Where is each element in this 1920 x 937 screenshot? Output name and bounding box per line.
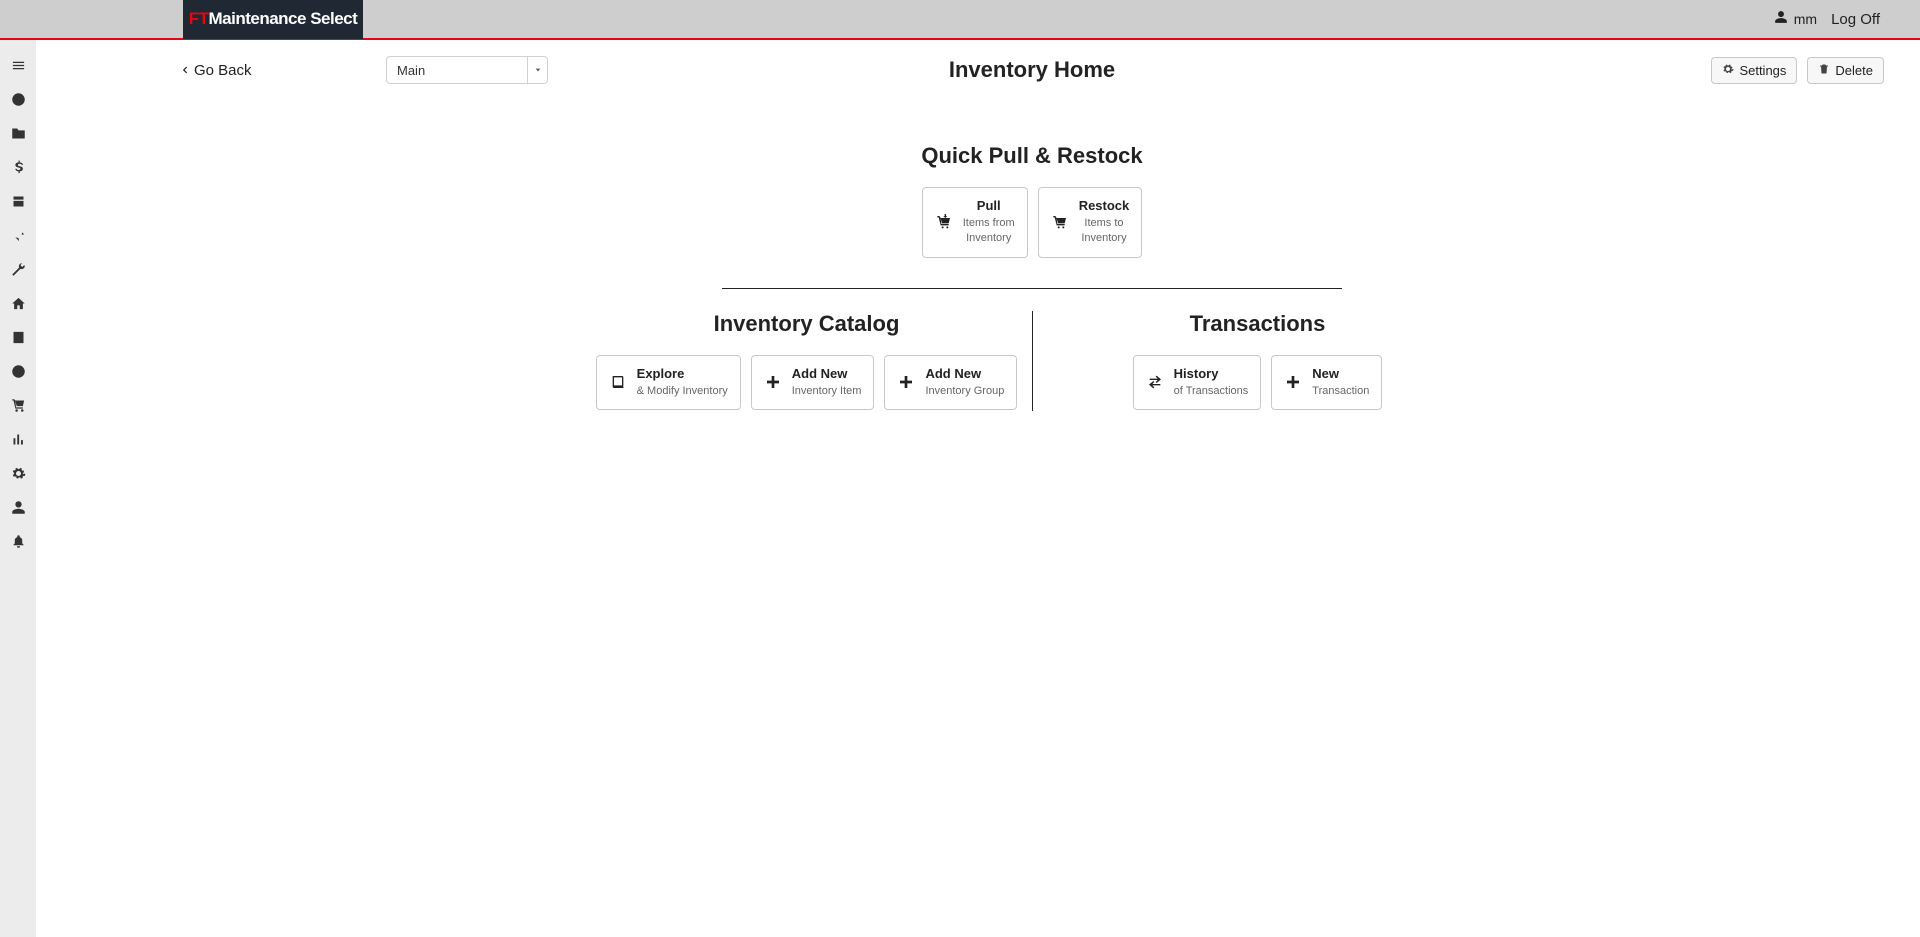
profile-icon[interactable] (7, 496, 29, 518)
delete-label: Delete (1835, 63, 1873, 78)
transactions-title: Transactions (1190, 311, 1326, 337)
dropdown-value: Main (387, 63, 527, 78)
user-area: mm Log Off (1774, 10, 1920, 28)
quick-cards: Pull Items from Inventory Restock Items … (180, 187, 1884, 258)
app-logo: FTMaintenance Select (183, 0, 363, 39)
explore-sub: & Modify Inventory (637, 384, 728, 399)
caret-down-icon[interactable] (527, 57, 547, 83)
lower-columns: Inventory Catalog Explore & Modify Inven… (180, 311, 1884, 411)
restock-sub2: Inventory (1081, 232, 1126, 244)
book-icon (609, 374, 627, 390)
folder-icon[interactable] (7, 122, 29, 144)
add-item-title: Add New (792, 366, 848, 381)
pull-sub1: Items from (963, 217, 1015, 229)
cart-down-icon (935, 214, 953, 230)
restock-sub1: Items to (1084, 217, 1123, 229)
main-content: Go Back Main Inventory Home Settings Del… (36, 40, 1920, 937)
explore-title: Explore (637, 366, 685, 381)
view-dropdown[interactable]: Main (386, 56, 548, 84)
settings-button[interactable]: Settings (1711, 57, 1797, 84)
go-back-label: Go Back (194, 62, 252, 79)
add-group-title: Add New (925, 366, 981, 381)
trash-icon (1818, 63, 1830, 78)
logo-rest: Maintenance Select (209, 9, 358, 28)
username: mm (1794, 11, 1817, 27)
delete-button[interactable]: Delete (1807, 57, 1884, 84)
catalog-title: Inventory Catalog (714, 311, 900, 337)
explore-card[interactable]: Explore & Modify Inventory (596, 355, 741, 410)
divider-line (722, 288, 1342, 289)
history-title: History (1174, 366, 1219, 381)
topbar: FTMaintenance Select mm Log Off (0, 0, 1920, 40)
add-item-card[interactable]: Add New Inventory Item (751, 355, 875, 410)
gear-icon[interactable] (7, 462, 29, 484)
add-item-sub: Inventory Item (792, 384, 862, 399)
pull-card[interactable]: Pull Items from Inventory (922, 187, 1028, 258)
new-title: New (1312, 366, 1339, 381)
gear-icon (1722, 63, 1734, 78)
exchange-icon (1146, 374, 1164, 390)
schedule-icon[interactable] (7, 360, 29, 382)
reports-icon[interactable] (7, 428, 29, 450)
toolbar-actions: Settings Delete (1711, 57, 1884, 84)
dollar-icon[interactable] (7, 156, 29, 178)
add-group-card[interactable]: Add New Inventory Group (884, 355, 1017, 410)
bell-icon[interactable] (7, 530, 29, 552)
menu-icon[interactable] (7, 54, 29, 76)
quick-section-title: Quick Pull & Restock (180, 143, 1884, 169)
settings-label: Settings (1739, 63, 1786, 78)
toolbar-row: Go Back Main Inventory Home Settings Del… (180, 52, 1884, 88)
pull-sub2: Inventory (966, 232, 1011, 244)
history-card[interactable]: History of Transactions (1133, 355, 1262, 410)
clock-icon[interactable] (7, 88, 29, 110)
sidebar (0, 40, 36, 937)
restock-title: Restock (1079, 198, 1130, 213)
new-transaction-card[interactable]: New Transaction (1271, 355, 1382, 410)
user-icon (1774, 10, 1788, 28)
logo-prefix: FT (189, 9, 209, 28)
transactions-column: Transactions History of Transactions (1033, 311, 1483, 411)
add-group-sub: Inventory Group (925, 384, 1004, 399)
history-sub: of Transactions (1174, 384, 1249, 399)
logoff-link[interactable]: Log Off (1831, 11, 1880, 28)
list-icon[interactable] (7, 326, 29, 348)
restock-card[interactable]: Restock Items to Inventory (1038, 187, 1143, 258)
cart-icon[interactable] (7, 394, 29, 416)
plus-icon (1284, 374, 1302, 390)
box-icon[interactable] (7, 190, 29, 212)
home-icon[interactable] (7, 292, 29, 314)
wrench-icon[interactable] (7, 258, 29, 280)
plus-icon (764, 374, 782, 390)
catalog-column: Inventory Catalog Explore & Modify Inven… (582, 311, 1032, 411)
pin-icon[interactable] (7, 224, 29, 246)
new-sub: Transaction (1312, 384, 1369, 399)
cart-icon (1051, 214, 1069, 230)
go-back-button[interactable]: Go Back (180, 62, 252, 79)
plus-icon (897, 374, 915, 390)
pull-title: Pull (977, 198, 1001, 213)
